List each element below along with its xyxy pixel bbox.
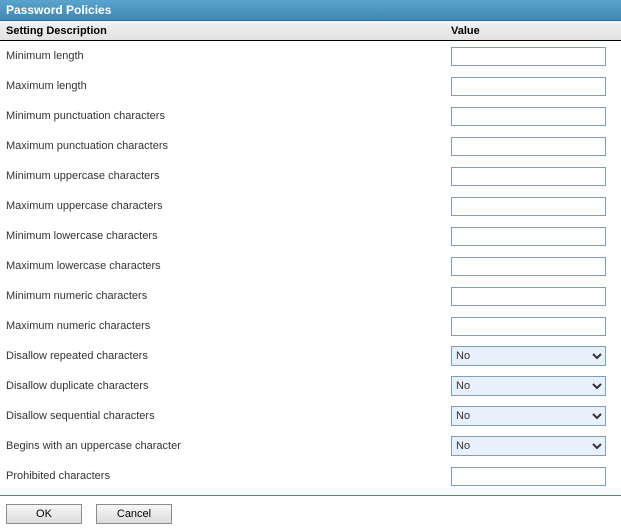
- setting-control-maximum-uppercase-characters: [451, 197, 615, 216]
- column-header-desc: Setting Description: [6, 25, 451, 37]
- setting-control-maximum-length: [451, 77, 615, 96]
- input-minimum-punctuation-characters[interactable]: [451, 107, 606, 126]
- setting-row-maximum-uppercase-characters: Maximum uppercase characters: [6, 191, 615, 221]
- setting-control-minimum-length: [451, 47, 615, 66]
- setting-row-maximum-length: Maximum length: [6, 71, 615, 101]
- setting-row-disallow-repeated-characters: Disallow repeated charactersNoYes: [6, 341, 615, 371]
- input-minimum-length[interactable]: [451, 47, 606, 66]
- setting-label-minimum-uppercase-characters: Minimum uppercase characters: [6, 170, 451, 182]
- input-minimum-lowercase-characters[interactable]: [451, 227, 606, 246]
- setting-row-minimum-uppercase-characters: Minimum uppercase characters: [6, 161, 615, 191]
- ok-button[interactable]: OK: [6, 504, 82, 524]
- input-minimum-numeric-characters[interactable]: [451, 287, 606, 306]
- cancel-button[interactable]: Cancel: [96, 504, 172, 524]
- setting-row-prohibited-characters: Prohibited characters: [6, 461, 615, 491]
- setting-row-minimum-punctuation-characters: Minimum punctuation characters: [6, 101, 615, 131]
- input-prohibited-characters[interactable]: [451, 467, 606, 486]
- setting-row-minimum-lowercase-characters: Minimum lowercase characters: [6, 221, 615, 251]
- password-policies-panel: Password Policies Setting Description Va…: [0, 0, 621, 530]
- setting-label-maximum-uppercase-characters: Maximum uppercase characters: [6, 200, 451, 212]
- input-maximum-lowercase-characters[interactable]: [451, 257, 606, 276]
- select-begins-with-an-uppercase-character[interactable]: NoYes: [451, 436, 606, 456]
- setting-control-minimum-punctuation-characters: [451, 107, 615, 126]
- setting-control-minimum-lowercase-characters: [451, 227, 615, 246]
- setting-row-begins-with-an-uppercase-character: Begins with an uppercase characterNoYes: [6, 431, 615, 461]
- input-maximum-length[interactable]: [451, 77, 606, 96]
- setting-control-maximum-punctuation-characters: [451, 137, 615, 156]
- setting-row-disallow-duplicate-characters: Disallow duplicate charactersNoYes: [6, 371, 615, 401]
- setting-label-minimum-punctuation-characters: Minimum punctuation characters: [6, 110, 451, 122]
- setting-label-minimum-lowercase-characters: Minimum lowercase characters: [6, 230, 451, 242]
- input-maximum-numeric-characters[interactable]: [451, 317, 606, 336]
- setting-control-disallow-duplicate-characters: NoYes: [451, 376, 615, 396]
- input-maximum-punctuation-characters[interactable]: [451, 137, 606, 156]
- setting-label-minimum-length: Minimum length: [6, 50, 451, 62]
- setting-row-maximum-numeric-characters: Maximum numeric characters: [6, 311, 615, 341]
- setting-row-disallow-sequential-characters: Disallow sequential charactersNoYes: [6, 401, 615, 431]
- settings-rows: Minimum length Maximum length Minimum punc…: [0, 41, 621, 491]
- separator: [0, 495, 621, 496]
- setting-label-begins-with-an-uppercase-character: Begins with an uppercase character: [6, 440, 451, 452]
- setting-label-prohibited-characters: Prohibited characters: [6, 470, 451, 482]
- setting-label-minimum-numeric-characters: Minimum numeric characters: [6, 290, 451, 302]
- input-maximum-uppercase-characters[interactable]: [451, 197, 606, 216]
- button-bar: OK Cancel: [0, 502, 621, 530]
- setting-label-maximum-length: Maximum length: [6, 80, 451, 92]
- setting-label-maximum-punctuation-characters: Maximum punctuation characters: [6, 140, 451, 152]
- setting-control-disallow-repeated-characters: NoYes: [451, 346, 615, 366]
- setting-row-maximum-punctuation-characters: Maximum punctuation characters: [6, 131, 615, 161]
- setting-label-disallow-sequential-characters: Disallow sequential characters: [6, 410, 451, 422]
- setting-label-disallow-repeated-characters: Disallow repeated characters: [6, 350, 451, 362]
- select-disallow-repeated-characters[interactable]: NoYes: [451, 346, 606, 366]
- column-header-value: Value: [451, 25, 615, 37]
- setting-control-minimum-uppercase-characters: [451, 167, 615, 186]
- setting-control-begins-with-an-uppercase-character: NoYes: [451, 436, 615, 456]
- setting-label-maximum-numeric-characters: Maximum numeric characters: [6, 320, 451, 332]
- setting-label-disallow-duplicate-characters: Disallow duplicate characters: [6, 380, 451, 392]
- setting-label-maximum-lowercase-characters: Maximum lowercase characters: [6, 260, 451, 272]
- setting-row-minimum-numeric-characters: Minimum numeric characters: [6, 281, 615, 311]
- setting-control-maximum-lowercase-characters: [451, 257, 615, 276]
- setting-control-minimum-numeric-characters: [451, 287, 615, 306]
- setting-control-maximum-numeric-characters: [451, 317, 615, 336]
- input-minimum-uppercase-characters[interactable]: [451, 167, 606, 186]
- column-header-row: Setting Description Value: [0, 21, 621, 41]
- select-disallow-sequential-characters[interactable]: NoYes: [451, 406, 606, 426]
- setting-row-minimum-length: Minimum length: [6, 41, 615, 71]
- select-disallow-duplicate-characters[interactable]: NoYes: [451, 376, 606, 396]
- setting-control-prohibited-characters: [451, 467, 615, 486]
- setting-row-maximum-lowercase-characters: Maximum lowercase characters: [6, 251, 615, 281]
- panel-title: Password Policies: [0, 0, 621, 21]
- setting-control-disallow-sequential-characters: NoYes: [451, 406, 615, 426]
